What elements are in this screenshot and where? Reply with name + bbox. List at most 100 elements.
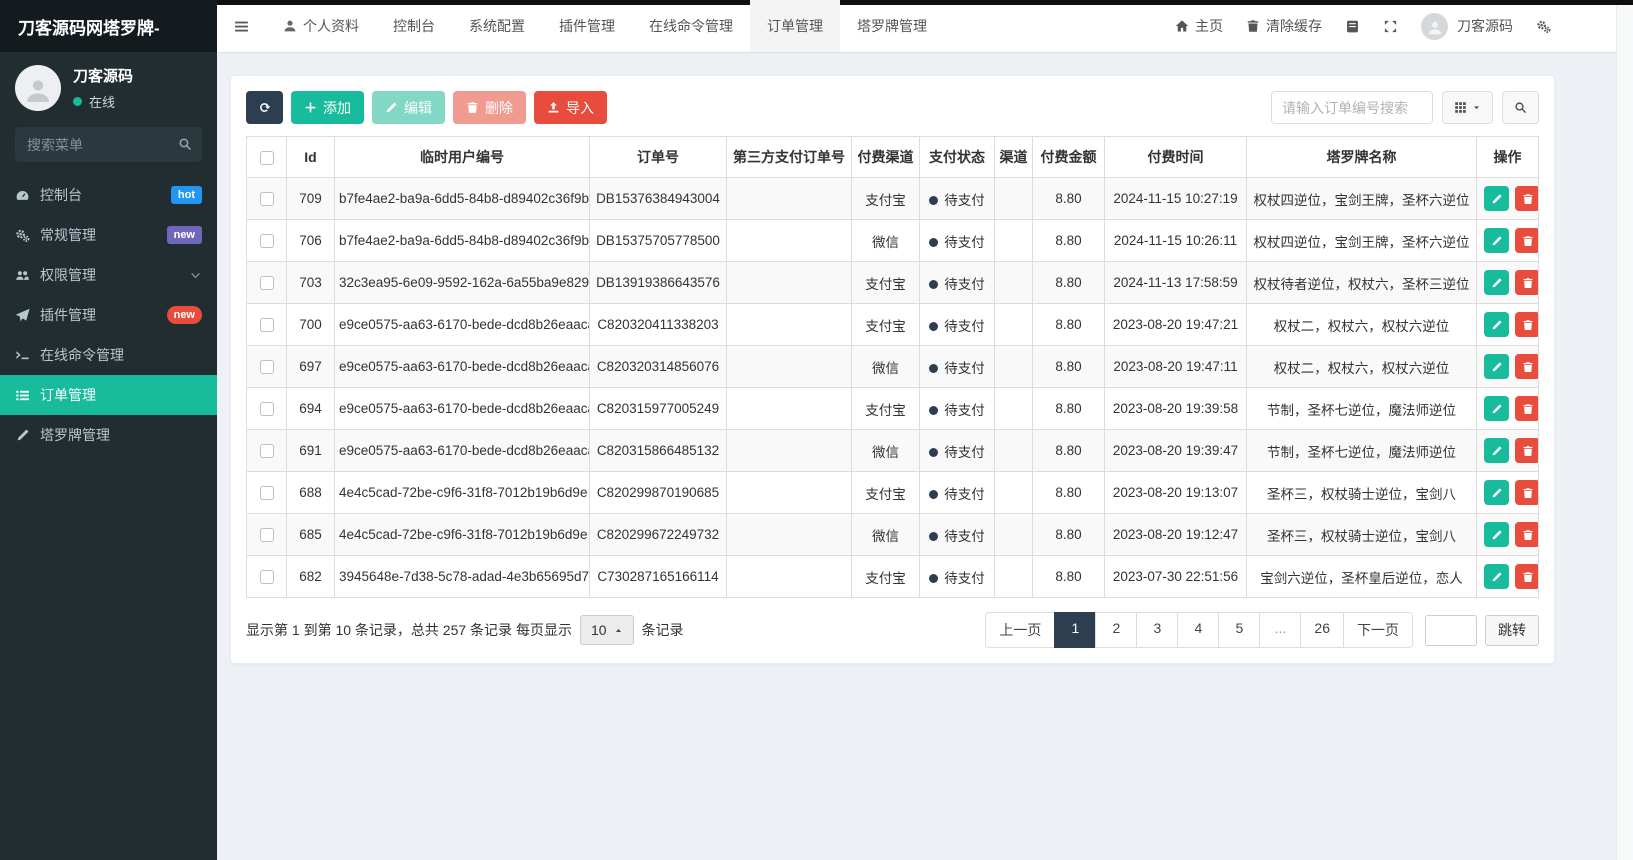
status-text: 待支付 [944,486,985,502]
status-dot-icon [929,490,939,500]
columns-dropdown-button[interactable] [1442,91,1493,124]
menu-badge: new [166,225,202,245]
row-delete-button[interactable] [1515,186,1538,211]
row-delete-button[interactable] [1515,312,1538,337]
sidebar-item-订单管理[interactable]: 订单管理 [0,375,217,415]
sidebar-item-常规管理[interactable]: 常规管理 new [0,215,217,255]
header-select-cell [246,136,287,178]
page-26[interactable]: 26 [1300,612,1344,648]
row-edit-button[interactable] [1484,522,1509,547]
row-delete-button[interactable] [1515,396,1538,421]
fullscreen-icon[interactable] [1383,19,1398,34]
tab-控制台[interactable]: 控制台 [376,0,452,52]
row-checkbox[interactable] [259,402,274,417]
sidebar-item-权限管理[interactable]: 权限管理 [0,255,217,295]
row-tarot-names: 权杖二，权杖六，权杖六逆位 [1246,345,1477,388]
hamburger-icon[interactable] [217,0,266,52]
row-edit-button[interactable] [1484,438,1509,463]
page-next[interactable]: 下一页 [1343,612,1413,648]
row-order-no: C820320314856076 [589,345,727,388]
sidebar-item-控制台[interactable]: 控制台 hot [0,175,217,215]
page-3[interactable]: 3 [1136,612,1179,648]
edit-button[interactable]: 编辑 [372,91,445,124]
row-checkbox[interactable] [259,234,274,249]
row-select-cell [246,303,287,346]
jump-page-input[interactable] [1425,614,1477,646]
row-select-cell [246,345,287,388]
page-4[interactable]: 4 [1177,612,1220,648]
row-checkbox[interactable] [259,192,274,207]
search-button[interactable] [1502,91,1539,124]
row-third-no [726,429,852,472]
menu-search-input[interactable] [15,127,202,162]
row-edit-button[interactable] [1484,396,1509,421]
user-menu[interactable]: 刀客源码 [1421,12,1513,40]
row-amount: 8.80 [1032,303,1105,346]
row-delete-button[interactable] [1515,480,1538,505]
avatar [15,65,61,111]
row-delete-button[interactable] [1515,438,1538,463]
row-delete-button[interactable] [1515,564,1538,589]
select-all-checkbox[interactable] [259,151,274,166]
sidebar-item-插件管理[interactable]: 插件管理 new [0,295,217,335]
row-pay-status: 待支付 [919,345,995,388]
page-1[interactable]: 1 [1054,612,1097,648]
toolbar-buttons: 添加 编辑 删除 导入 [246,91,607,124]
row-user-no: e9ce0575-aa63-6170-bede-dcd8b26eaaca [334,429,590,472]
row-edit-button[interactable] [1484,228,1509,253]
page-...[interactable]: ... [1259,612,1302,648]
row-order-no: DB15376384943004 [589,177,727,220]
row-checkbox[interactable] [259,360,274,375]
row-pay-channel: 支付宝 [851,555,920,598]
row-delete-button[interactable] [1515,270,1538,295]
gear-icon[interactable] [1536,19,1551,34]
docs-icon[interactable] [1345,19,1360,34]
tab-系统配置[interactable]: 系统配置 [452,0,542,52]
tab-插件管理[interactable]: 插件管理 [542,0,632,52]
row-edit-button[interactable] [1484,480,1509,505]
row-checkbox[interactable] [259,318,274,333]
row-checkbox[interactable] [259,276,274,291]
tab-个人资料[interactable]: 个人资料 [266,0,376,52]
add-button[interactable]: 添加 [291,91,364,124]
table-row: 700 e9ce0575-aa63-6170-bede-dcd8b26eaaca C… [246,303,1539,346]
row-edit-button[interactable] [1484,354,1509,379]
sidebar-item-塔罗牌管理[interactable]: 塔罗牌管理 [0,415,217,455]
row-delete-button[interactable] [1515,228,1538,253]
brand[interactable]: 刀客源码网塔罗牌- [0,0,217,52]
row-delete-button[interactable] [1515,522,1538,547]
import-button[interactable]: 导入 [534,91,607,124]
row-checkbox[interactable] [259,570,274,585]
tab-label: 系统配置 [469,18,525,34]
row-amount: 8.80 [1032,345,1105,388]
status-text: 待支付 [944,570,985,586]
page-2[interactable]: 2 [1095,612,1138,648]
refresh-button[interactable] [246,91,283,124]
scrollbar[interactable] [1616,5,1633,860]
tab-订单管理[interactable]: 订单管理 [750,0,840,52]
row-edit-button[interactable] [1484,186,1509,211]
tab-塔罗牌管理[interactable]: 塔罗牌管理 [840,0,944,52]
home-link[interactable]: 主页 [1175,16,1223,36]
trash-icon [1522,235,1534,247]
page-size-dropdown[interactable]: 10 [579,615,634,645]
row-checkbox[interactable] [259,528,274,543]
status-dot-icon [929,574,939,584]
row-delete-button[interactable] [1515,354,1538,379]
status-text: 待支付 [944,444,985,460]
order-search-input[interactable] [1271,91,1433,124]
clear-cache-link[interactable]: 清除缓存 [1246,16,1322,36]
tab-在线命令管理[interactable]: 在线命令管理 [632,0,750,52]
page-prev[interactable]: 上一页 [985,612,1056,648]
delete-button[interactable]: 删除 [453,91,526,124]
row-pay-time: 2024-11-13 17:58:59 [1104,261,1247,304]
row-edit-button[interactable] [1484,564,1509,589]
row-checkbox[interactable] [259,444,274,459]
row-checkbox[interactable] [259,486,274,501]
row-third-no [726,303,852,346]
sidebar-item-在线命令管理[interactable]: 在线命令管理 [0,335,217,375]
row-edit-button[interactable] [1484,270,1509,295]
row-edit-button[interactable] [1484,312,1509,337]
jump-button[interactable]: 跳转 [1485,614,1539,646]
page-5[interactable]: 5 [1218,612,1261,648]
